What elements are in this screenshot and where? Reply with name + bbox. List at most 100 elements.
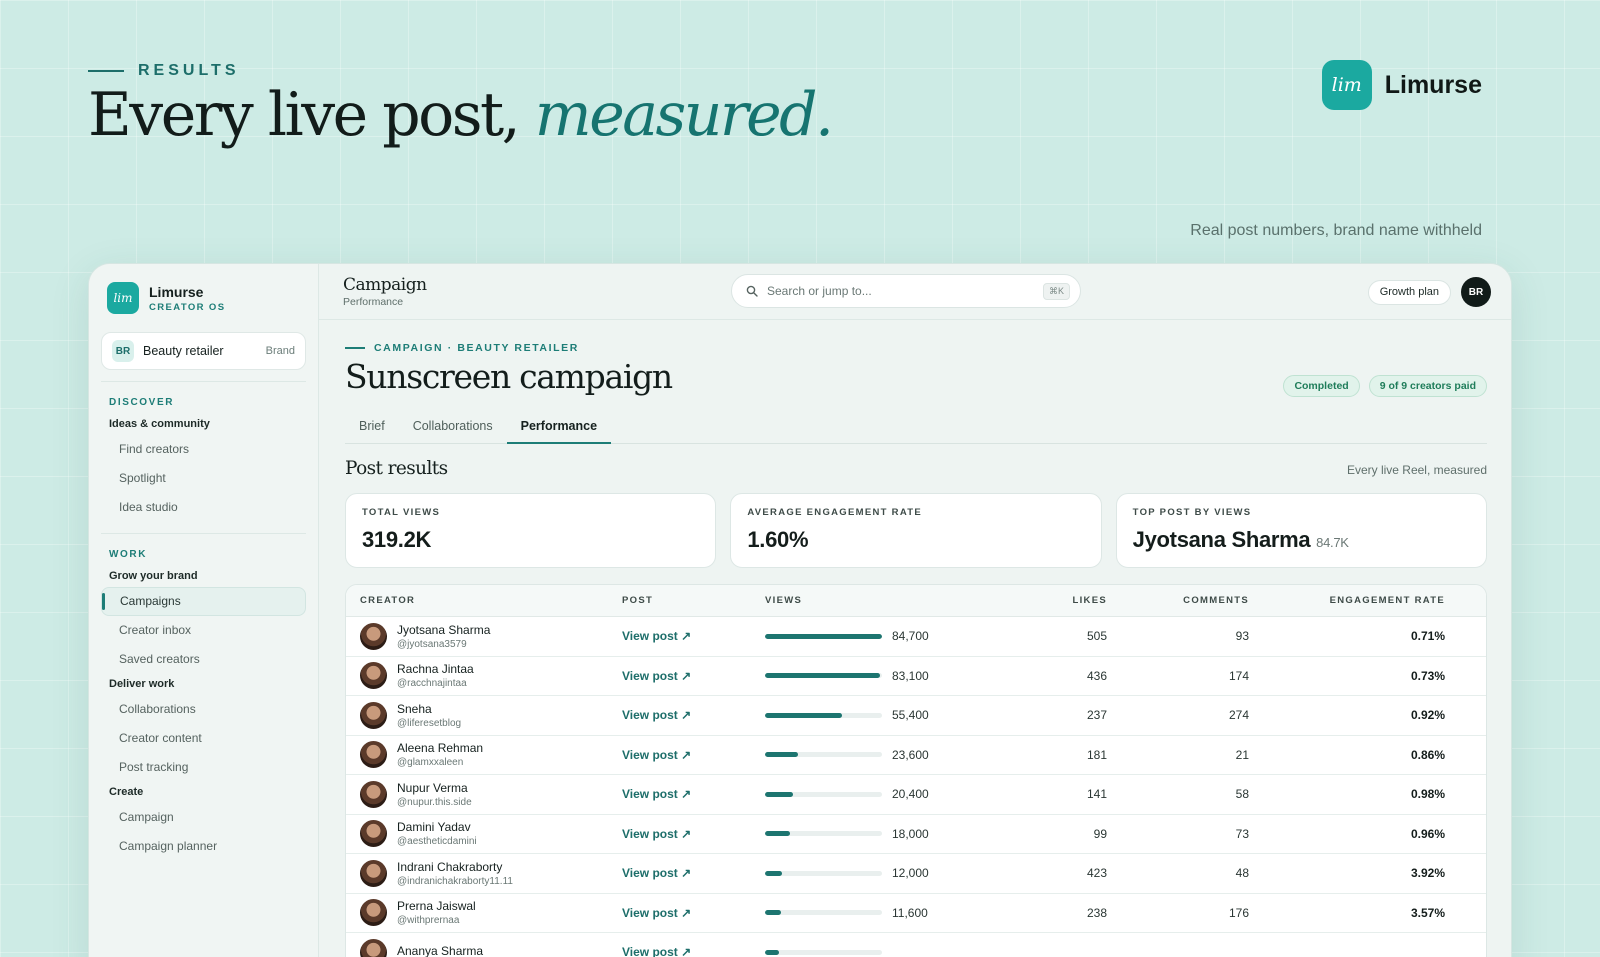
hero-headline: Every live post, measured. bbox=[88, 80, 834, 150]
engagement-value: 3.57% bbox=[1410, 905, 1445, 920]
creator-avatar bbox=[360, 780, 387, 808]
engagement-value: 0.73% bbox=[1410, 668, 1445, 683]
sidebar-item-collaborations[interactable]: Collaborations bbox=[101, 695, 306, 724]
views-bar-track bbox=[765, 712, 882, 718]
sidebar-item-find-creators[interactable]: Find creators bbox=[101, 435, 306, 464]
account-avatar: BR bbox=[112, 340, 134, 362]
creator-cell: Sneha @liferesetblog bbox=[346, 701, 622, 729]
views-value: 20,400 bbox=[892, 787, 929, 802]
creator-avatar bbox=[360, 938, 387, 957]
sidebar-item-idea-studio[interactable]: Idea studio bbox=[101, 493, 306, 522]
col-comments[interactable]: COMMENTS bbox=[1107, 595, 1249, 606]
sidebar-item-campaign[interactable]: Campaign bbox=[101, 803, 306, 832]
view-post-link[interactable]: View post ↗ bbox=[622, 827, 691, 841]
comments-value: 58 bbox=[1235, 787, 1249, 802]
views-cell: 20,400 bbox=[765, 787, 980, 801]
sidebar-item-creator-inbox[interactable]: Creator inbox bbox=[101, 616, 306, 645]
search-shortcut: ⌘K bbox=[1042, 282, 1070, 300]
hero-caption: Real post numbers, brand name withheld bbox=[1190, 222, 1482, 239]
headline-main: Every live post, bbox=[88, 80, 535, 150]
breadcrumb-label: CAMPAIGN · BEAUTY RETAILER bbox=[374, 342, 579, 354]
views-value: 84,700 bbox=[892, 629, 929, 644]
app-window: lim Limurse CREATOR OS BR Beauty retaile… bbox=[88, 263, 1512, 957]
plan-button[interactable]: Growth plan bbox=[1367, 280, 1451, 305]
creator-name: Ananya Sharma bbox=[397, 944, 484, 957]
status-badges: Completed 9 of 9 creators paid bbox=[1283, 375, 1487, 397]
creator-cell: Indrani Chakraborty @indranichakraborty11… bbox=[346, 859, 622, 887]
stat-value: 1.60% bbox=[747, 527, 809, 552]
views-value: 55,400 bbox=[892, 708, 929, 723]
views-bar-fill bbox=[765, 712, 842, 718]
views-bar-fill bbox=[765, 949, 780, 955]
view-post-link[interactable]: View post ↗ bbox=[622, 866, 691, 880]
sidebar-item-campaign-planner[interactable]: Campaign planner bbox=[101, 832, 306, 861]
search-input[interactable]: Search or jump to... bbox=[767, 284, 1034, 298]
view-post-link[interactable]: View post ↗ bbox=[622, 629, 691, 643]
user-avatar[interactable]: BR bbox=[1461, 277, 1491, 307]
post-cell: View post ↗ bbox=[622, 708, 765, 722]
col-engagement-rate[interactable]: ENGAGEMENT RATE bbox=[1249, 595, 1459, 606]
stat-label: AVERAGE ENGAGEMENT RATE bbox=[747, 507, 923, 518]
view-post-link[interactable]: View post ↗ bbox=[622, 748, 691, 762]
tab-collaborations[interactable]: Collaborations bbox=[399, 412, 507, 443]
col-post[interactable]: POST bbox=[622, 595, 765, 606]
tab-brief[interactable]: Brief bbox=[345, 412, 399, 443]
view-post-link[interactable]: View post ↗ bbox=[622, 708, 691, 722]
post-cell: View post ↗ bbox=[622, 906, 765, 920]
view-post-link[interactable]: View post ↗ bbox=[622, 945, 691, 957]
sidebar-item-spotlight[interactable]: Spotlight bbox=[101, 464, 306, 493]
view-post-link[interactable]: View post ↗ bbox=[622, 669, 691, 683]
table-row: Indrani Chakraborty @indranichakraborty11… bbox=[346, 854, 1486, 894]
post-cell: View post ↗ bbox=[622, 629, 765, 643]
creator-avatar bbox=[360, 662, 387, 690]
search-bar[interactable]: Search or jump to... ⌘K bbox=[731, 274, 1081, 308]
views-bar-track bbox=[765, 791, 882, 797]
views-cell: 84,700 bbox=[765, 629, 980, 643]
views-value: 18,000 bbox=[892, 826, 929, 841]
page-title: Campaign bbox=[343, 275, 427, 295]
stat-sub: 84.7K bbox=[1316, 535, 1349, 550]
likes-value: 181 bbox=[1086, 747, 1107, 762]
results-eyebrow: RESULTS bbox=[88, 62, 239, 80]
account-switcher[interactable]: BR Beauty retailer Brand bbox=[101, 332, 306, 370]
sidebar-brand[interactable]: lim Limurse CREATOR OS bbox=[101, 280, 306, 316]
headline-accent: measured. bbox=[534, 80, 834, 150]
stat-total-views: TOTAL VIEWS 319.2K bbox=[345, 493, 717, 568]
likes-value: 505 bbox=[1086, 629, 1107, 644]
engagement-value: 3.92% bbox=[1410, 866, 1445, 881]
account-tag: Brand bbox=[265, 345, 295, 357]
likes-value: 99 bbox=[1093, 826, 1107, 841]
likes-value: 238 bbox=[1086, 905, 1107, 920]
results-table: CREATOR POST VIEWS LIKES COMMENTS ENGAGE… bbox=[345, 584, 1487, 957]
post-cell: View post ↗ bbox=[622, 827, 765, 841]
sidebar-item-saved-creators[interactable]: Saved creators bbox=[101, 645, 306, 674]
view-post-link[interactable]: View post ↗ bbox=[622, 906, 691, 920]
view-post-link[interactable]: View post ↗ bbox=[622, 787, 691, 801]
sidebar-item-campaigns[interactable]: Campaigns bbox=[101, 587, 306, 616]
campaign-tabs: Brief Collaborations Performance bbox=[345, 412, 1487, 444]
creator-avatar bbox=[360, 820, 387, 848]
views-cell: 18,000 bbox=[765, 827, 980, 841]
views-bar-track bbox=[765, 949, 882, 955]
table-row: Sneha @liferesetblog View post ↗ 55,400 237 2… bbox=[346, 696, 1486, 736]
col-likes[interactable]: LIKES bbox=[980, 595, 1107, 606]
sidebar-item-post-tracking[interactable]: Post tracking bbox=[101, 753, 306, 782]
creator-cell: Damini Yadav @aestheticdamini bbox=[346, 820, 622, 848]
col-views[interactable]: VIEWS bbox=[765, 595, 980, 606]
section-discover: DISCOVER bbox=[109, 397, 175, 408]
col-creator[interactable]: CREATOR bbox=[346, 595, 622, 606]
table-row: Nupur Verma @nupur.this.side View post ↗ 20… bbox=[346, 775, 1486, 815]
stat-top-post: TOP POST BY VIEWS Jyotsana Sharma 84.7K bbox=[1115, 493, 1487, 568]
creator-handle: @aestheticdamini bbox=[397, 836, 477, 848]
creator-avatar bbox=[360, 899, 387, 927]
tab-performance[interactable]: Performance bbox=[506, 412, 612, 444]
views-bar-track bbox=[765, 910, 882, 916]
sidebar-item-creator-content[interactable]: Creator content bbox=[101, 724, 306, 753]
page-subtitle: Performance bbox=[343, 296, 404, 308]
views-bar-track bbox=[765, 752, 882, 758]
views-value: 12,000 bbox=[892, 866, 929, 881]
section-work: WORK bbox=[109, 549, 148, 560]
views-cell bbox=[765, 949, 980, 955]
creator-cell: Aleena Rehman @glamxxaleen bbox=[346, 741, 622, 769]
group-grow: Grow your brand bbox=[109, 570, 198, 582]
